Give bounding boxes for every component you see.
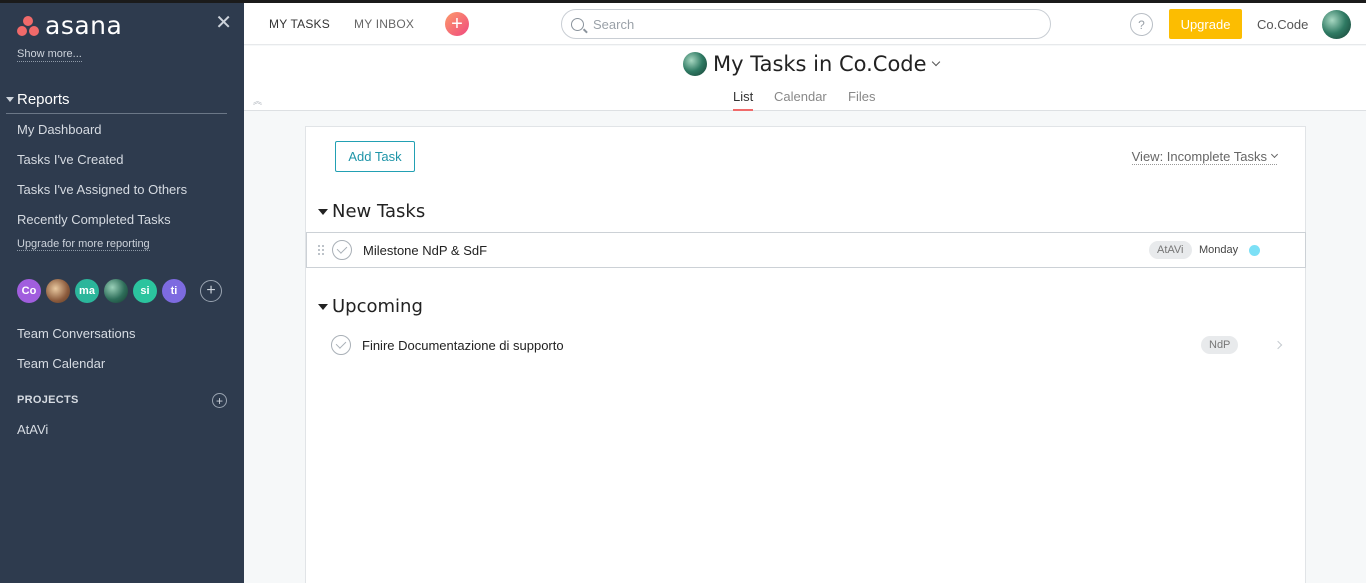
caret-down-icon	[6, 97, 14, 102]
task-name[interactable]: Finire Documentazione di supporto	[362, 338, 564, 353]
page-title-dropdown[interactable]: My Tasks in Co.Code	[683, 52, 940, 76]
team-members: Co ma si ti +	[17, 279, 222, 303]
sidebar-item-tasks-assigned[interactable]: Tasks I've Assigned to Others	[17, 182, 187, 197]
asana-logo[interactable]: asana	[17, 11, 122, 40]
avatar[interactable]: si	[133, 279, 157, 303]
assignee-dot	[1249, 244, 1260, 256]
drag-handle-icon[interactable]	[317, 244, 324, 256]
sidebar-item-team-calendar[interactable]: Team Calendar	[17, 356, 105, 371]
section-header[interactable]: Upcoming	[318, 296, 423, 317]
section-header[interactable]: New Tasks	[318, 201, 425, 222]
org-switcher[interactable]: Co.Code	[1257, 17, 1308, 32]
add-project-icon[interactable]: +	[212, 393, 227, 408]
complete-checkbox-icon[interactable]	[332, 240, 352, 260]
sidebar-item-tasks-created[interactable]: Tasks I've Created	[17, 152, 124, 167]
due-date[interactable]: Monday	[1199, 244, 1238, 256]
projects-label: PROJECTS	[17, 394, 79, 406]
tab-files[interactable]: Files	[848, 89, 875, 104]
avatar[interactable]: ma	[75, 279, 99, 303]
upgrade-reporting-link[interactable]: Upgrade for more reporting	[17, 238, 150, 251]
avatar[interactable]	[104, 279, 128, 303]
show-more-link[interactable]: Show more...	[17, 48, 82, 62]
task-list-panel: Add Task View: Incomplete Tasks New Task…	[305, 126, 1306, 583]
reports-header[interactable]: Reports	[6, 91, 227, 114]
collapse-header-icon[interactable]: ︽	[253, 94, 262, 107]
avatar[interactable]	[46, 279, 70, 303]
sidebar: asana ✕ Show more... Reports My Dashboar…	[0, 3, 244, 583]
page-title: My Tasks in Co.Code	[713, 52, 927, 76]
avatar	[683, 52, 707, 76]
section-title: New Tasks	[332, 201, 426, 222]
avatar[interactable]: Co	[17, 279, 41, 303]
caret-down-icon	[318, 208, 328, 215]
section-title: Upcoming	[332, 296, 423, 317]
user-avatar[interactable]	[1322, 10, 1351, 39]
sidebar-item-recently-completed[interactable]: Recently Completed Tasks	[17, 212, 171, 227]
task-name[interactable]: Milestone NdP & SdF	[363, 243, 487, 258]
tab-list[interactable]: List	[733, 89, 754, 111]
caret-down-icon	[318, 303, 328, 310]
sidebar-item-project-atavi[interactable]: AtAVi	[17, 422, 48, 437]
project-tag[interactable]: AtAVi	[1149, 241, 1192, 259]
brand-name: asana	[45, 11, 123, 40]
project-tag[interactable]: NdP	[1201, 336, 1239, 354]
view-filter-label: View: Incomplete Tasks	[1131, 149, 1267, 164]
complete-checkbox-icon[interactable]	[331, 335, 351, 355]
add-member-icon[interactable]: +	[200, 280, 222, 302]
tab-my-inbox[interactable]: MY INBOX	[354, 17, 414, 31]
top-bar: MY TASKS MY INBOX + ? Upgrade Co.Code	[244, 3, 1366, 45]
page-header: ︽ My Tasks in Co.Code List Calendar File…	[244, 46, 1366, 111]
add-task-button[interactable]: Add Task	[335, 141, 415, 172]
asana-logo-icon	[17, 15, 41, 37]
search-bar[interactable]	[561, 9, 1051, 39]
view-filter-dropdown[interactable]: View: Incomplete Tasks	[1131, 149, 1279, 165]
sidebar-item-team-conversations[interactable]: Team Conversations	[17, 326, 136, 341]
search-input[interactable]	[593, 16, 1033, 32]
chevron-down-icon	[1270, 150, 1279, 159]
tab-my-tasks[interactable]: MY TASKS	[269, 17, 330, 31]
close-sidebar-icon[interactable]: ✕	[215, 13, 232, 33]
help-button[interactable]: ?	[1130, 13, 1153, 36]
reports-title: Reports	[17, 91, 70, 108]
tab-calendar[interactable]: Calendar	[774, 89, 827, 104]
avatar[interactable]: ti	[162, 279, 186, 303]
sidebar-item-my-dashboard[interactable]: My Dashboard	[17, 122, 102, 137]
chevron-right-icon[interactable]	[1273, 340, 1283, 350]
chevron-down-icon	[931, 57, 940, 67]
task-row[interactable]: Finire Documentazione di supporto NdP	[306, 327, 1305, 363]
upgrade-button[interactable]: Upgrade	[1169, 9, 1242, 39]
quick-add-button[interactable]: +	[445, 12, 469, 36]
search-icon	[571, 17, 584, 31]
task-row[interactable]: Milestone NdP & SdF AtAVi Monday	[306, 232, 1306, 268]
